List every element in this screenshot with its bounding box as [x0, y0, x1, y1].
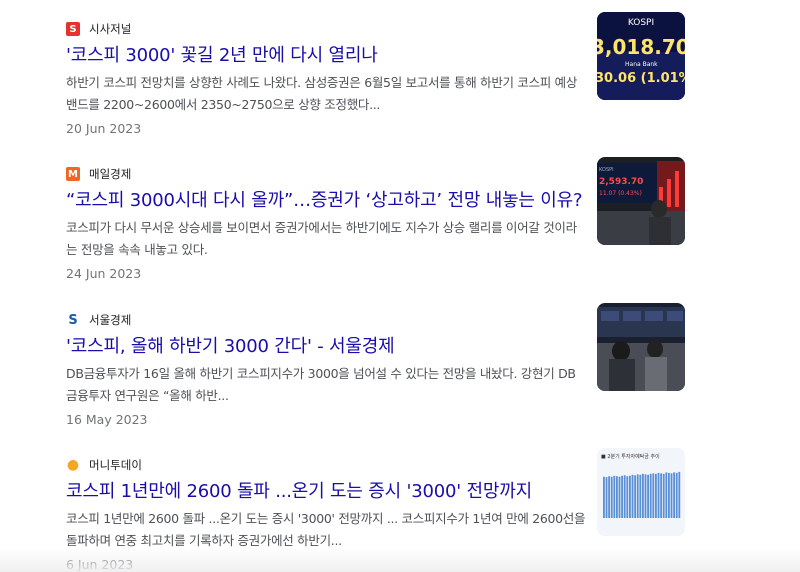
chart-bar — [618, 476, 621, 518]
chart-bar — [639, 474, 642, 518]
result-source[interactable]: M 매일경제 — [66, 165, 686, 183]
result-snippet: 코스피 1년만에 2600 돌파 ...온기 도는 증시 '3000' 전망까지… — [66, 511, 586, 548]
chart-bar — [662, 473, 665, 518]
seoul-economy-logo-icon: S — [66, 313, 80, 328]
result-source-name: 매일경제 — [89, 167, 132, 181]
thumb-value: 2,593.70 — [599, 177, 643, 187]
chart-bar — [647, 474, 650, 518]
chart-bar — [626, 476, 629, 518]
chart-bar — [668, 472, 670, 518]
chart-bar — [652, 473, 655, 518]
result-title-link[interactable]: '코스피, 올해 하반기 3000 간다' - 서울경제 — [66, 335, 586, 359]
result-date: 16 May 2023 — [66, 412, 148, 427]
thumb-change: 11.07 (0.43%) — [599, 190, 642, 197]
search-results: S 시사저널 '코스피 3000' 꽃길 2년 만에 다시 열리나 하반기 코스… — [0, 0, 800, 572]
sisajournal-logo-icon: S — [66, 22, 80, 36]
chart-bar — [655, 473, 657, 518]
chart-bar — [657, 472, 660, 518]
result-thumbnail[interactable]: ■ 2분기 투자자예탁금 추이 — [597, 448, 685, 536]
chart-bar — [673, 472, 676, 518]
result-item: M 매일경제 “코스피 3000시대 다시 올까”…증권가 ‘상고하고’ 전망 … — [66, 157, 686, 282]
chart-bar — [642, 473, 644, 518]
chart-bar — [631, 474, 634, 518]
chart-bar — [603, 476, 605, 518]
chart-bar — [613, 475, 616, 518]
result-date: 24 Jun 2023 — [66, 266, 142, 281]
thumb-value: 3,018.70 — [597, 35, 685, 59]
chart-bar — [623, 475, 626, 518]
result-date: 6 Jun 2023 — [66, 557, 134, 572]
result-snippet: 하반기 코스피 전망치를 상향한 사례도 나왔다. 삼성증권은 6월5일 보고서… — [66, 75, 578, 112]
maeil-logo-icon: M — [66, 167, 80, 181]
result-thumbnail[interactable] — [597, 303, 685, 391]
chart-bar — [644, 474, 647, 518]
thumb-label: KOSPI — [628, 18, 654, 28]
chart-title: ■ 2분기 투자자예탁금 추이 — [601, 453, 660, 460]
moneytoday-logo-icon: ● — [66, 457, 80, 473]
result-title-link[interactable]: “코스피 3000시대 다시 올까”…증권가 ‘상고하고’ 전망 내놓는 이유? — [66, 189, 586, 213]
result-item: S 서울경제 '코스피, 올해 하반기 3000 간다' - 서울경제 DB금융… — [66, 303, 686, 428]
result-date: 20 Jun 2023 — [66, 121, 142, 136]
chart-bar — [605, 477, 608, 518]
chart-bar — [608, 476, 611, 518]
chart-bar — [634, 475, 637, 518]
result-source[interactable]: S 시사저널 — [66, 20, 686, 38]
result-source-name: 머니투데이 — [89, 458, 142, 472]
result-item: ● 머니투데이 코스피 1년만에 2600 돌파 ...온기 도는 증시 '30… — [66, 448, 686, 572]
chart-bar — [629, 475, 631, 518]
result-thumbnail[interactable]: KOSPI 2,593.70 11.07 (0.43%) — [597, 157, 685, 245]
chart-bar — [678, 471, 681, 518]
chart-bar — [675, 472, 678, 518]
chart-bar — [610, 476, 613, 518]
result-source[interactable]: ● 머니투데이 — [66, 456, 686, 474]
result-snippet: 코스피가 다시 무서운 상승세를 보이면서 증권가에서는 하반기에도 지수가 상… — [66, 220, 577, 257]
deposit-chart: ■ 2분기 투자자예탁금 추이 — [597, 448, 685, 536]
dealing-room-image — [597, 303, 685, 391]
thumb-change: 30.06 (1.01%) — [597, 71, 685, 86]
thumb-label: KOSPI — [599, 167, 614, 173]
result-snippet: DB금융투자가 16일 올해 하반기 코스피지수가 3000을 넘어설 수 있다… — [66, 366, 576, 403]
chart-bar — [660, 473, 663, 518]
result-title-link[interactable]: 코스피 1년만에 2600 돌파 ...온기 도는 증시 '3000' 전망까지 — [66, 480, 586, 504]
chart-bar — [649, 473, 652, 518]
trading-room-image: KOSPI 2,593.70 11.07 (0.43%) — [597, 157, 685, 245]
result-source-name: 시사저널 — [89, 22, 132, 36]
chart-bar — [636, 474, 639, 518]
result-source[interactable]: S 서울경제 — [66, 311, 686, 329]
kospi-board-image: KOSPI 3,018.70 Hana Bank 30.06 (1.01%) — [597, 12, 685, 100]
thumb-bank: Hana Bank — [625, 61, 658, 68]
chart-bar — [665, 472, 668, 518]
result-title-link[interactable]: '코스피 3000' 꽃길 2년 만에 다시 열리나 — [66, 44, 586, 68]
result-item: S 시사저널 '코스피 3000' 꽃길 2년 만에 다시 열리나 하반기 코스… — [66, 12, 686, 137]
result-thumbnail[interactable]: KOSPI 3,018.70 Hana Bank 30.06 (1.01%) — [597, 12, 685, 100]
chart-bar — [621, 475, 624, 518]
chart-bar — [670, 473, 673, 518]
chart-bar — [616, 476, 618, 518]
result-source-name: 서울경제 — [89, 313, 132, 327]
